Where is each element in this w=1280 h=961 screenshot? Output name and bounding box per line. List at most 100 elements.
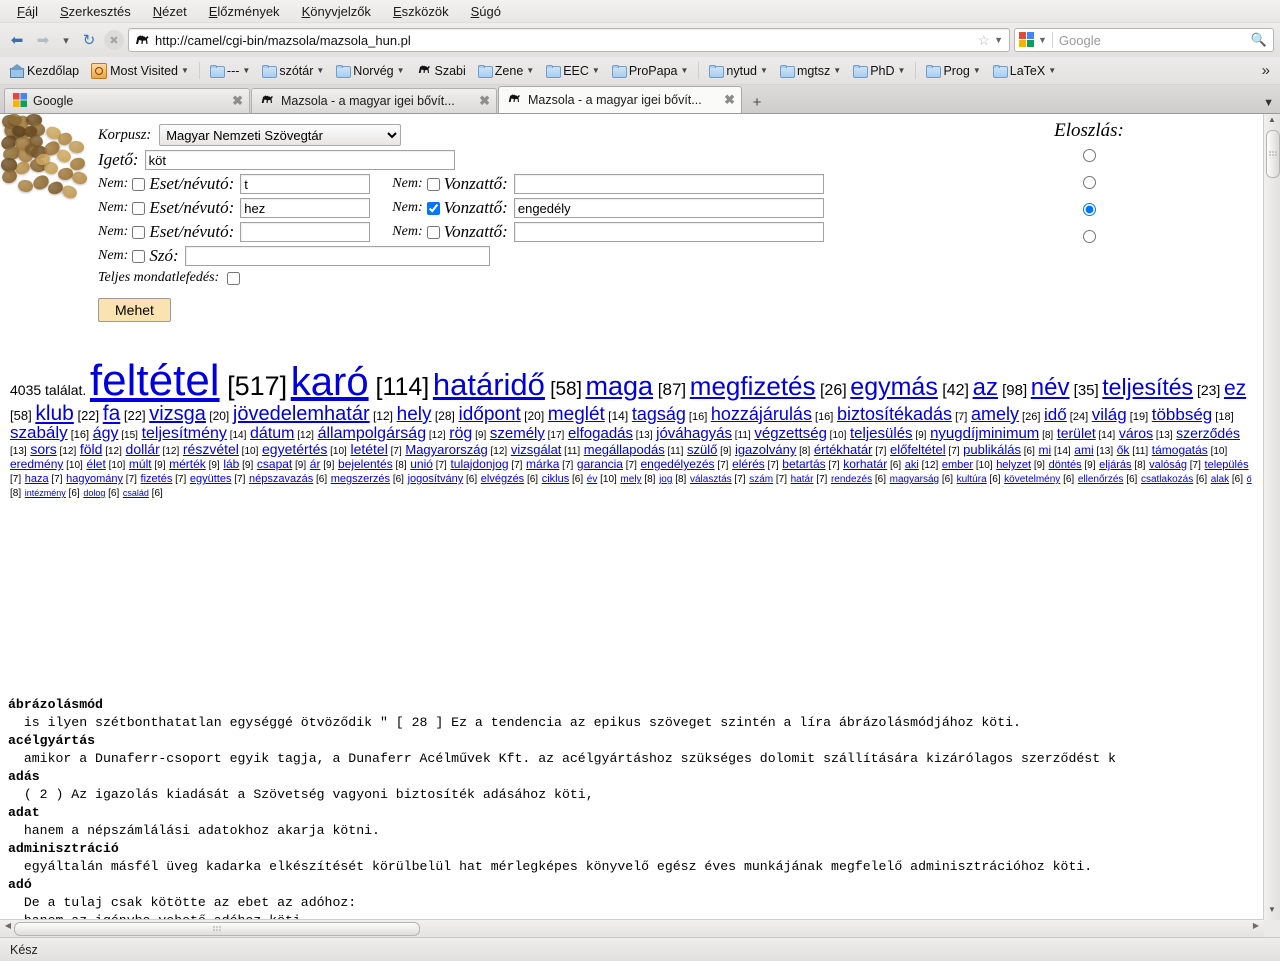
menu-item-0[interactable]: Fájl — [6, 2, 49, 21]
cloud-word-link[interactable]: állampolgárság — [318, 425, 427, 442]
cloud-word-link[interactable]: rendezés — [831, 474, 872, 485]
close-icon[interactable]: ✖ — [479, 93, 490, 109]
cloud-word-link[interactable]: személy — [490, 425, 545, 442]
cloud-word-link[interactable]: aki — [905, 459, 919, 471]
bookmark-sz-t-r[interactable]: szótár ▼ — [256, 62, 330, 80]
cloud-word-link[interactable]: Magyarország — [405, 442, 487, 457]
cloud-word-link[interactable]: értékhatár — [814, 442, 873, 457]
cloud-word-link[interactable]: ciklus — [542, 473, 570, 485]
cloud-word-link[interactable]: márka — [526, 457, 559, 471]
search-icon[interactable]: 🔍 — [1251, 32, 1269, 48]
cloud-word-link[interactable]: név — [1031, 374, 1070, 401]
close-icon[interactable]: ✖ — [724, 92, 735, 108]
cloud-word-link[interactable]: tagság — [632, 404, 686, 424]
cloud-word-link[interactable]: döntés — [1049, 459, 1082, 471]
cloud-word-link[interactable]: ember — [942, 459, 973, 471]
cloud-word-link[interactable]: maga — [586, 371, 654, 401]
cloud-word-link[interactable]: elérés — [732, 457, 765, 471]
bookmark-most-visited[interactable]: Most Visited ▼ — [85, 61, 195, 81]
close-icon[interactable]: ✖ — [232, 93, 243, 109]
bookmark-star-icon[interactable]: ☆ — [974, 32, 995, 49]
cloud-word-link[interactable]: teljesítmény — [142, 425, 227, 442]
tab-0[interactable]: Google ✖ — [4, 88, 250, 113]
horizontal-scroll-thumb[interactable] — [14, 922, 420, 936]
cloud-word-link[interactable]: biztosítékadás — [837, 404, 952, 424]
neg-checkbox-case-2[interactable] — [132, 201, 146, 215]
cloud-word-link[interactable]: jóváhagyás — [656, 425, 732, 442]
cloud-word-link[interactable]: klub — [35, 402, 74, 425]
distribution-radio-1[interactable] — [1082, 176, 1096, 189]
neg-checkbox-compl-2[interactable] — [426, 201, 440, 215]
distribution-radio-3[interactable] — [1082, 230, 1096, 243]
bookmark-latex[interactable]: LaTeX ▼ — [987, 62, 1062, 80]
cloud-word-link[interactable]: tulajdonjog — [450, 457, 508, 471]
corpus-select[interactable]: Magyar Nemzeti Szövegtár — [159, 124, 402, 146]
cloud-word-link[interactable]: ami — [1074, 443, 1093, 457]
cloud-word-link[interactable]: előfeltétel — [890, 442, 946, 457]
distribution-option-0[interactable] — [1044, 142, 1134, 169]
cloud-word-link[interactable]: család — [123, 488, 149, 498]
reload-button[interactable]: ↻ — [78, 29, 100, 51]
cloud-word-link[interactable]: betartás — [782, 457, 825, 471]
menu-item-5[interactable]: Eszközök — [382, 2, 460, 21]
distribution-radio-0[interactable] — [1082, 149, 1096, 162]
cloud-word-link[interactable]: elfogadás — [568, 425, 633, 442]
cloud-word-link[interactable]: mely — [620, 474, 641, 485]
cloud-word-link[interactable]: sors — [30, 441, 56, 457]
cloud-word-link[interactable]: múlt — [129, 457, 152, 471]
cloud-word-link[interactable]: csatlakozás — [1141, 474, 1193, 485]
menu-item-2[interactable]: Nézet — [142, 2, 198, 21]
bookmark-prog[interactable]: Prog ▼ — [920, 62, 986, 80]
cloud-word-link[interactable]: egymás — [850, 373, 938, 401]
distribution-radio-2[interactable] — [1082, 203, 1096, 216]
cloud-word-link[interactable]: megállapodás — [584, 442, 665, 457]
back-button[interactable]: ⬅ — [6, 29, 28, 51]
url-dropdown-icon[interactable]: ▼ — [994, 35, 1005, 45]
cloud-word-link[interactable]: szülő — [687, 442, 717, 457]
cloud-word-link[interactable]: ő — [1247, 474, 1252, 484]
cloud-word-link[interactable]: intézmény — [25, 488, 66, 498]
neg-checkbox-compl-3[interactable] — [426, 225, 440, 239]
cloud-word-link[interactable]: követelmény — [1004, 474, 1060, 485]
complement-input-1[interactable] — [513, 174, 824, 194]
cloud-word-link[interactable]: ágy — [93, 425, 119, 442]
cloud-word-link[interactable]: terület — [1057, 425, 1096, 441]
cloud-word-link[interactable]: népszavazás — [249, 473, 313, 485]
cloud-word-link[interactable]: végzettség — [754, 425, 827, 442]
cloud-word-link[interactable]: teljesítés — [1102, 374, 1193, 400]
cloud-word-link[interactable]: feltétel — [90, 356, 220, 405]
menu-item-1[interactable]: Szerkesztés — [49, 2, 142, 21]
neg-checkbox-case-3[interactable] — [132, 225, 146, 239]
cloud-word-link[interactable]: korhatár — [843, 457, 887, 471]
bookmark-mgtsz[interactable]: mgtsz ▼ — [774, 62, 847, 80]
distribution-option-3[interactable] — [1044, 223, 1134, 250]
cloud-word-link[interactable]: dolog — [83, 488, 105, 498]
bookmark-nytud[interactable]: nytud ▼ — [703, 62, 774, 80]
menu-item-3[interactable]: Előzmények — [198, 2, 291, 21]
search-engine-dropdown-icon[interactable]: ▼ — [1035, 35, 1052, 45]
cloud-word-link[interactable]: magyarság — [890, 474, 939, 485]
cloud-word-link[interactable]: ellenőrzés — [1078, 474, 1124, 485]
cloud-word-link[interactable]: garancia — [577, 457, 623, 471]
search-bar[interactable]: ▼ Google 🔍 — [1014, 28, 1274, 52]
bookmark-zene[interactable]: Zene ▼ — [472, 62, 540, 80]
cloud-word-link[interactable]: többség — [1152, 405, 1213, 424]
bookmark-kezd-lap[interactable]: Kezdőlap — [4, 62, 85, 80]
cloud-word-link[interactable]: ők — [1117, 443, 1130, 457]
bookmark-norv-g[interactable]: Norvég ▼ — [330, 62, 410, 80]
cloud-word-link[interactable]: ár — [310, 457, 321, 471]
cloud-word-link[interactable]: csapat — [257, 457, 292, 471]
cloud-word-link[interactable]: unió — [410, 457, 433, 471]
scroll-up-icon[interactable]: ▲ — [1264, 115, 1280, 129]
scroll-left-icon[interactable]: ◀ — [1, 921, 15, 935]
cloud-word-link[interactable]: elvégzés — [481, 473, 524, 485]
cloud-word-link[interactable]: föld — [80, 441, 103, 457]
cloud-word-link[interactable]: támogatás — [1152, 443, 1208, 457]
stem-input[interactable] — [144, 150, 455, 170]
bookmark--[interactable]: --- ▼ — [204, 62, 256, 80]
cloud-word-link[interactable]: hozzájárulás — [711, 404, 812, 424]
cloud-word-link[interactable]: eljárás — [1099, 459, 1131, 471]
cloud-word-link[interactable]: vizsgálat — [511, 442, 562, 457]
cloud-word-link[interactable]: mi — [1039, 443, 1052, 457]
vertical-scroll-thumb[interactable] — [1266, 130, 1280, 178]
